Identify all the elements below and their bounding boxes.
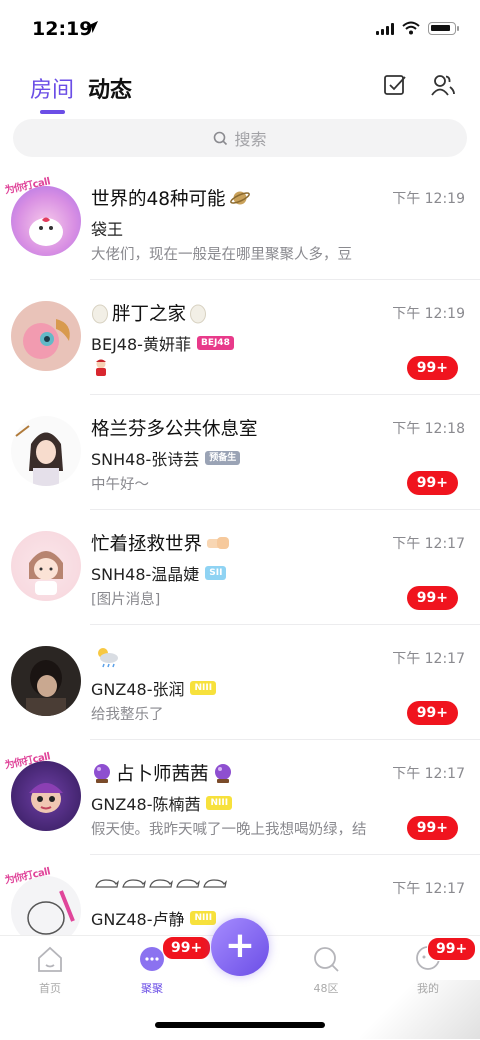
room-row[interactable]: 格兰芬多公共休息室 SNH48-张诗芸 预备生 中午好～ 下午 12:18 99… [0, 395, 480, 510]
unread-badge: 99+ [406, 816, 458, 840]
unread-badge: 99+ [406, 586, 458, 610]
contacts-icon[interactable] [430, 72, 456, 98]
room-title [91, 875, 229, 893]
room-avatar [11, 416, 81, 486]
timestamp: 下午 12:19 [392, 191, 465, 207]
room-row[interactable]: GNZ48-张润 NIII 给我整乐了 下午 12:17 99+ [0, 625, 480, 740]
unread-badge: 99+ [406, 701, 458, 725]
location-arrow-icon [86, 21, 98, 33]
message-preview: 大佬们，现在一般是在哪里聚聚人多，豆 [91, 247, 352, 263]
sender-name: GNZ48-陈楠茜 NIII [91, 791, 233, 815]
team-tag: NIII [206, 796, 233, 810]
crystal-ball-icon [214, 764, 231, 783]
header-tabs: 房间 动态 [30, 70, 132, 116]
tab-juju-label: 聚聚 [141, 982, 163, 995]
room-title: 忙着拯救世界 [91, 530, 231, 556]
plus-icon: + [224, 924, 256, 966]
status-bar: 12:19 [0, 0, 480, 60]
message-preview: 中午好～ [91, 477, 149, 493]
add-button[interactable]: + [211, 918, 269, 976]
room-avatar [11, 531, 81, 601]
message-preview: 给我整乐了 [91, 707, 164, 723]
sender-name: SNH48-张诗芸 预备生 [91, 446, 241, 470]
timestamp: 下午 12:17 [392, 766, 465, 782]
wifi-icon [402, 21, 420, 35]
sticker-figure-icon [96, 359, 106, 376]
home-indicator[interactable] [155, 1022, 325, 1028]
search-icon [214, 131, 228, 145]
team-tag: SII [205, 566, 227, 580]
message-preview: 假天使。我昨天喊了一晚上我想喝奶绿，结 [91, 822, 367, 838]
timestamp: 下午 12:17 [392, 651, 465, 667]
room-avatar [11, 186, 81, 256]
room-row[interactable]: 为你打call 世界的48种可能 袋王 大佬们，现在一般是在哪里聚聚人多，豆 下… [0, 165, 480, 280]
egg-icon [190, 304, 207, 324]
room-title: 占卜师茜茜 [91, 760, 234, 786]
unread-badge: 99+ [406, 471, 458, 495]
search-placeholder: 搜索 [234, 130, 267, 149]
sender-name: 袋王 [91, 220, 124, 239]
message-preview: [图片消息] [91, 592, 161, 608]
fist-icon [207, 537, 230, 549]
room-title [91, 645, 120, 669]
tab-home-label: 首页 [39, 982, 61, 995]
room-row[interactable]: 胖丁之家 BEJ48-黄妍菲 BEJ48 下午 12:19 99+ [0, 280, 480, 395]
room-avatar [11, 761, 81, 831]
tab-rooms[interactable]: 房间 [30, 70, 74, 114]
timestamp: 下午 12:18 [392, 421, 465, 437]
egg-icon [92, 304, 108, 324]
signal-icon [376, 21, 394, 35]
room-row[interactable]: 忙着拯救世界 SNH48-温晶婕 SII [图片消息] 下午 12:17 99+ [0, 510, 480, 625]
timestamp: 下午 12:17 [392, 881, 465, 897]
header-actions [382, 72, 456, 98]
corner-shadow [360, 980, 480, 1039]
tab-home[interactable]: 首页 [20, 944, 80, 996]
tab-48zone-label: 48区 [313, 982, 339, 995]
battery-icon [428, 21, 459, 35]
sender-name: BEJ48-黄妍菲 BEJ48 [91, 331, 234, 355]
room-avatar [11, 301, 81, 371]
message-preview [91, 358, 381, 382]
room-title: 胖丁之家 [91, 300, 207, 326]
room-title: 世界的48种可能 [91, 185, 251, 211]
tab-48zone[interactable]: 48区 [296, 944, 356, 996]
checklist-icon[interactable] [382, 72, 408, 98]
team-tag: 预备生 [205, 451, 241, 465]
sender-name: GNZ48-卢静 NIII [91, 906, 217, 930]
room-avatar [11, 646, 81, 716]
juju-unread-badge: 99+ [162, 936, 212, 960]
me-unread-badge: 99+ [427, 937, 477, 961]
room-row[interactable]: 为你打call 占卜师茜茜 GNZ48-陈楠茜 NIII 假天使。我昨天喊了一晚… [0, 740, 480, 855]
home-icon [38, 946, 62, 972]
sender-name: SNH48-温晶婕 SII [91, 561, 227, 585]
search-bar[interactable]: 搜索 [13, 119, 467, 157]
sender-name: GNZ48-张润 NIII [91, 676, 217, 700]
room-title: 格兰芬多公共休息室 [91, 419, 258, 440]
weather-icon [98, 648, 118, 668]
team-tag: BEJ48 [196, 336, 234, 350]
team-tag: NIII [190, 911, 217, 925]
tab-moments[interactable]: 动态 [88, 70, 132, 104]
search-circle-icon [314, 947, 339, 972]
crystal-ball-icon [94, 764, 110, 783]
timestamp: 下午 12:19 [392, 306, 465, 322]
unread-badge: 99+ [406, 356, 458, 380]
cloud-pigs-icon [95, 879, 227, 888]
timestamp: 下午 12:17 [392, 536, 465, 552]
team-tag: NIII [190, 681, 217, 695]
planet-icon [229, 191, 250, 205]
room-list: 为你打call 世界的48种可能 袋王 大佬们，现在一般是在哪里聚聚人多，豆 下… [0, 165, 480, 970]
